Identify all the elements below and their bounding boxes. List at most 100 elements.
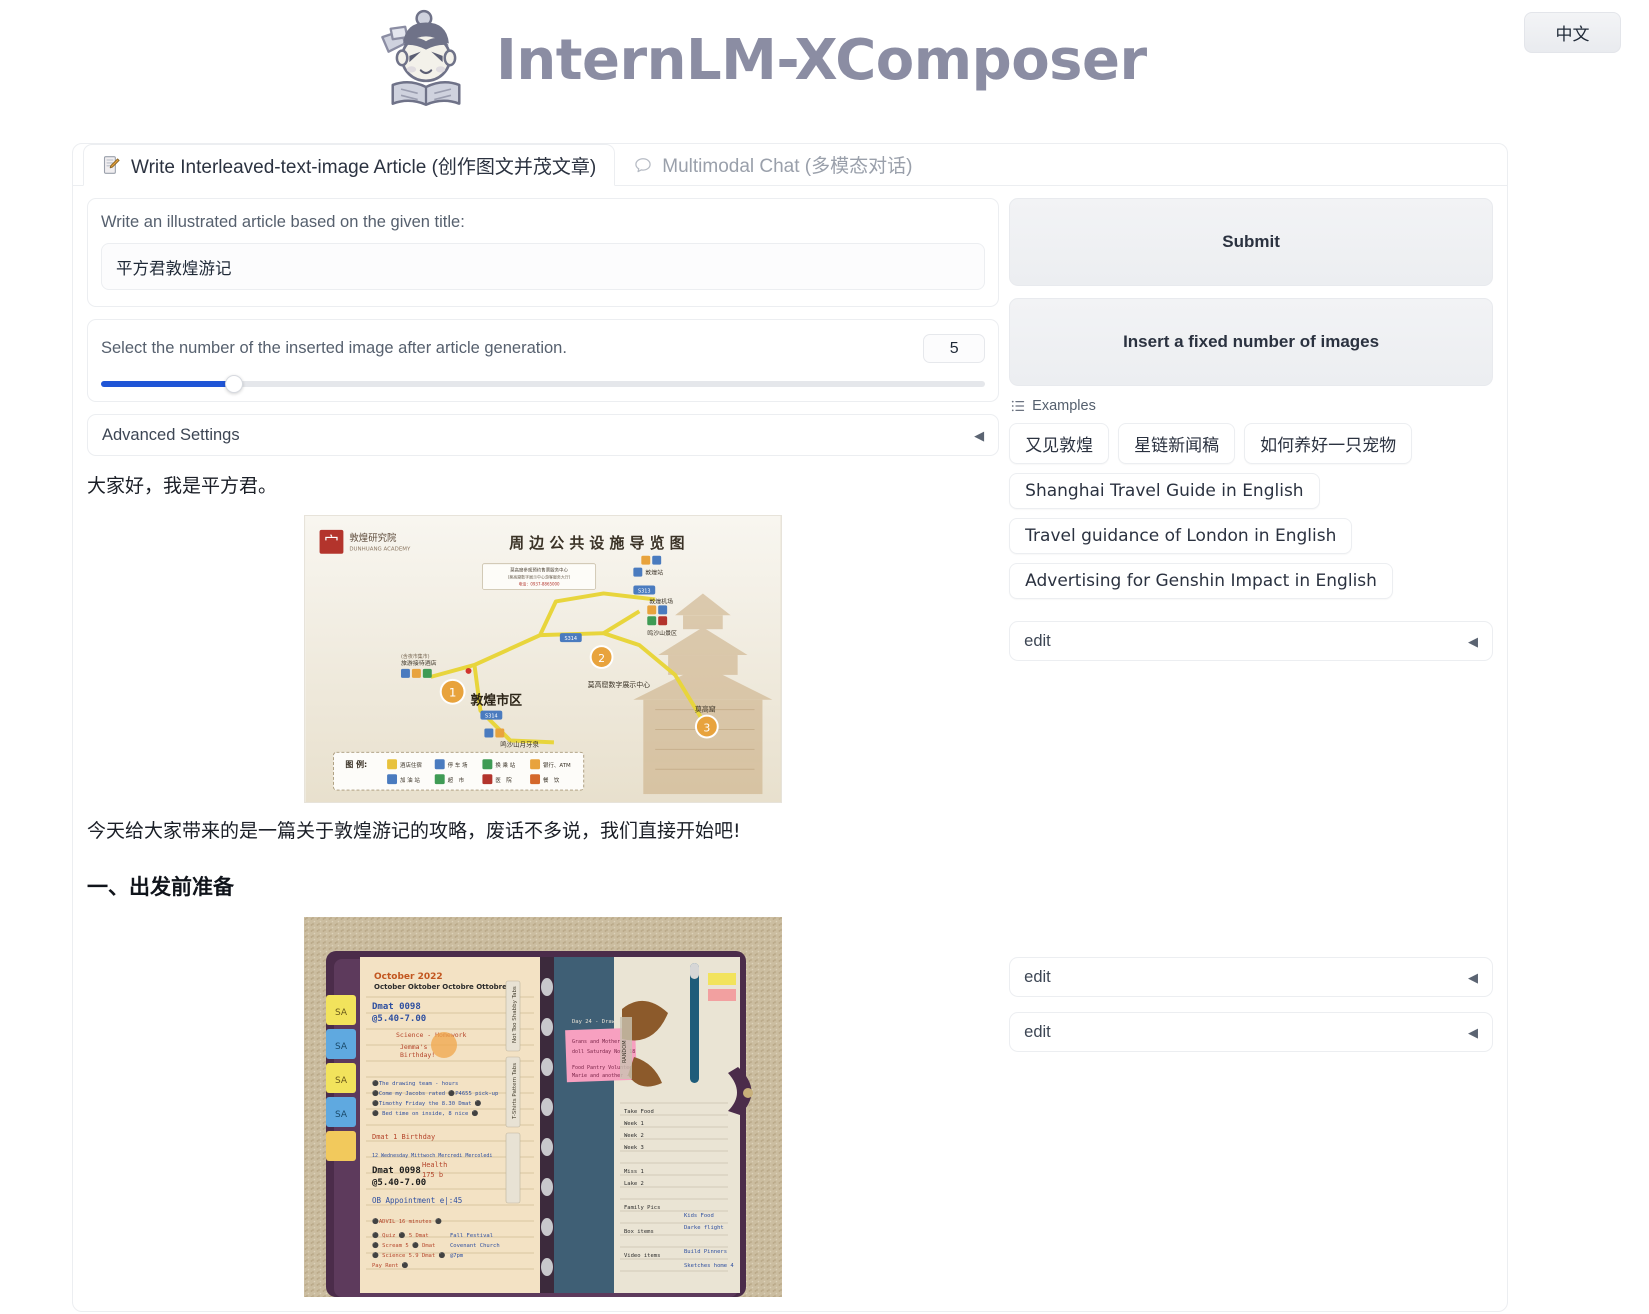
svg-text:鸣沙山景区: 鸣沙山景区 [647, 629, 677, 637]
svg-text:旅游接待酒店: 旅游接待酒店 [401, 658, 437, 666]
edit-accordion-2-label: edit [1024, 967, 1051, 986]
edit-accordion-2[interactable]: edit ◀ [1009, 957, 1493, 997]
dunhuang-public-facilities-map[interactable]: 宀 敦煌研究院 DUNHUANG ACADEMY 周 边 公 共 设 施 导 览… [304, 514, 783, 803]
svg-text:超 市: 超 市 [448, 776, 465, 784]
svg-text:银行、ATM: 银行、ATM [543, 761, 571, 769]
image-count-value[interactable]: 5 [923, 334, 986, 363]
svg-text:Build Pinners: Build Pinners [684, 1249, 727, 1255]
svg-text:Health: Health [422, 1161, 447, 1169]
svg-text:(含夜市集市): (含夜市集市) [401, 653, 430, 660]
svg-text:停 车 场: 停 车 场 [448, 761, 468, 769]
image-count-label: Select the number of the inserted image … [101, 339, 567, 357]
svg-text:Dmat 0098: Dmat 0098 [372, 1166, 421, 1176]
svg-text:宀: 宀 [324, 532, 339, 550]
svg-text:Covenant Church: Covenant Church [450, 1243, 500, 1249]
svg-text:Week 2: Week 2 [624, 1133, 644, 1139]
svg-text:⚫ADVIL 16 minutes ⚫: ⚫ADVIL 16 minutes ⚫ [372, 1218, 442, 1225]
svg-text:医 院: 医 院 [495, 776, 512, 784]
svg-text:Sketches home 4: Sketches home 4 [684, 1263, 734, 1269]
svg-text:莫高窟数字展示中心: 莫高窟数字展示中心 [588, 679, 650, 688]
svg-text:Week 3: Week 3 [624, 1145, 644, 1151]
svg-text:Kids Food: Kids Food [684, 1213, 714, 1219]
svg-text:⚫Come my Jacobs rated ⚫P4655 p: ⚫Come my Jacobs rated ⚫P4655 pick-up [372, 1090, 498, 1097]
edit-accordion-3-label: edit [1024, 1022, 1051, 1041]
travel-planner-notebook-photo[interactable]: SA SA SA SA October 2022 October Oktober… [304, 917, 783, 1297]
svg-text:⚫ Scream 5 ⚫ Dmat: ⚫ Scream 5 ⚫ Dmat [372, 1242, 435, 1249]
tab-bar: Write Interleaved-text-image Article (创作… [73, 144, 1507, 186]
example-chip-3[interactable]: 如何养好一只宠物 [1244, 423, 1413, 464]
chevron-left-icon[interactable]: ◀ [1468, 1026, 1478, 1039]
advanced-settings-accordion[interactable]: Advanced Settings ◀ [87, 414, 1000, 456]
svg-text:⚫ Bed time on inside, 8 nice ⚫: ⚫ Bed time on inside, 8 nice ⚫ [372, 1110, 479, 1117]
article-paragraph-2: 今天给大家带来的是一篇关于敦煌游记的攻略，废话不多说，我们直接开始吧! [87, 819, 741, 842]
example-chip-5[interactable]: Travel guidance of London in English [1009, 518, 1353, 554]
svg-text:3: 3 [703, 721, 710, 734]
example-chip-4[interactable]: Shanghai Travel Guide in English [1009, 473, 1320, 509]
example-chip-2[interactable]: 星链新闻稿 [1118, 423, 1236, 464]
brand: InternLM-XComposer [374, 8, 1147, 112]
svg-text:加 油 站: 加 油 站 [400, 776, 420, 784]
svg-text:T-Shirts Pattern Tabs: T-Shirts Pattern Tabs [512, 1063, 518, 1120]
svg-text:Dmat 0098: Dmat 0098 [372, 1002, 421, 1012]
svg-text:敦煌站: 敦煌站 [645, 568, 663, 576]
article-image-2-wrap: SA SA SA SA October 2022 October Oktober… [87, 917, 999, 1297]
page-title: InternLM-XComposer [496, 27, 1147, 93]
tab-multimodal-chat-label: Multimodal Chat (多模态对话) [662, 156, 913, 177]
article-title-input[interactable]: 平方君敦煌游记 [101, 243, 986, 290]
svg-text:DUNHUANG ACADEMY: DUNHUANG ACADEMY [349, 546, 411, 552]
examples-chip-list: 又见敦煌 星链新闻稿 如何养好一只宠物 Shanghai Travel Guid… [1009, 423, 1493, 599]
language-toggle-button[interactable]: 中文 [1524, 12, 1621, 53]
svg-text:⚫ Quiz ⚫ 5 Dmat: ⚫ Quiz ⚫ 5 Dmat [372, 1232, 429, 1239]
image-count-card: Select the number of the inserted image … [87, 319, 1000, 402]
svg-text:酒店住宿: 酒店住宿 [400, 761, 422, 769]
edit-accordion-3[interactable]: edit ◀ [1009, 1012, 1493, 1052]
article-paragraph-1: 大家好，我是平方君。 [87, 475, 278, 497]
example-chip-6[interactable]: Advertising for Genshin Impact in Englis… [1009, 563, 1393, 599]
edit-accordion-1[interactable]: edit ◀ [1009, 621, 1493, 661]
list-icon [1012, 400, 1025, 412]
svg-text:周 边 公 共 设 施 导 览 图: 周 边 公 共 设 施 导 览 图 [509, 533, 684, 551]
svg-text:@5.40-7.00: @5.40-7.00 [372, 1014, 426, 1024]
main-panel: Write Interleaved-text-image Article (创作… [72, 143, 1508, 1312]
svg-text:Miss 1: Miss 1 [624, 1169, 644, 1175]
svg-text:Family Pics: Family Pics [624, 1205, 660, 1211]
svg-text:Lake 2: Lake 2 [624, 1181, 644, 1187]
insert-fixed-images-button[interactable]: Insert a fixed number of images [1009, 298, 1493, 386]
svg-text:Not Too Shabby Tabs: Not Too Shabby Tabs [512, 986, 518, 1043]
tab-write-article[interactable]: Write Interleaved-text-image Article (创作… [83, 144, 616, 186]
tab-multimodal-chat[interactable]: Multimodal Chat (多模态对话) [615, 144, 930, 185]
article-image-1-wrap: 宀 敦煌研究院 DUNHUANG ACADEMY 周 边 公 共 设 施 导 览… [87, 514, 999, 803]
speech-bubble-icon [635, 157, 651, 172]
svg-text:电话：0937-8865000: 电话：0937-8865000 [519, 581, 561, 586]
svg-text:敦煌市区: 敦煌市区 [471, 692, 523, 708]
svg-text:October 2022: October 2022 [374, 972, 443, 982]
svg-text:2: 2 [598, 651, 605, 664]
chevron-left-icon[interactable]: ◀ [974, 429, 984, 442]
slider-thumb[interactable] [224, 375, 243, 393]
svg-text:Box items: Box items [624, 1229, 654, 1235]
memo-pencil-icon [103, 156, 120, 174]
svg-text:莫高窟参观预约售票服务中心: 莫高窟参观预约售票服务中心 [510, 566, 568, 573]
title-input-card: Write an illustrated article based on th… [87, 198, 1000, 307]
svg-text:鸣沙山月牙泉: 鸣沙山月牙泉 [500, 739, 539, 748]
svg-text:175 b: 175 b [422, 1171, 443, 1179]
slider-header: Select the number of the inserted image … [101, 334, 986, 363]
svg-text:图 例:: 图 例: [345, 759, 367, 769]
image-count-slider[interactable] [101, 375, 986, 393]
chevron-left-icon[interactable]: ◀ [1468, 971, 1478, 984]
svg-text:S313: S313 [638, 588, 651, 594]
panel-content: Write an illustrated article based on th… [73, 186, 1507, 1311]
svg-text:餐 饮: 餐 饮 [543, 776, 560, 784]
svg-text:Grans and Mother: Grans and Mother [572, 1039, 620, 1045]
submit-button[interactable]: Submit [1009, 198, 1493, 286]
svg-text:⚫ Science 5.9 Dmat ⚫: ⚫ Science 5.9 Dmat ⚫ [372, 1252, 445, 1259]
svg-text:@7pm: @7pm [450, 1253, 464, 1259]
svg-text:RANDOM: RANDOM [622, 1040, 628, 1063]
svg-text:OB Appointment e|:45: OB Appointment e|:45 [372, 1196, 462, 1205]
example-chip-1[interactable]: 又见敦煌 [1009, 423, 1110, 464]
edit-accordion-1-label: edit [1024, 631, 1051, 650]
left-column: Write an illustrated article based on th… [87, 198, 1000, 1311]
chevron-left-icon[interactable]: ◀ [1468, 635, 1478, 648]
advanced-settings-label: Advanced Settings [102, 425, 240, 444]
svg-text:October Oktober Octobre Ottobr: October Oktober Octobre Ottobre [374, 983, 507, 991]
